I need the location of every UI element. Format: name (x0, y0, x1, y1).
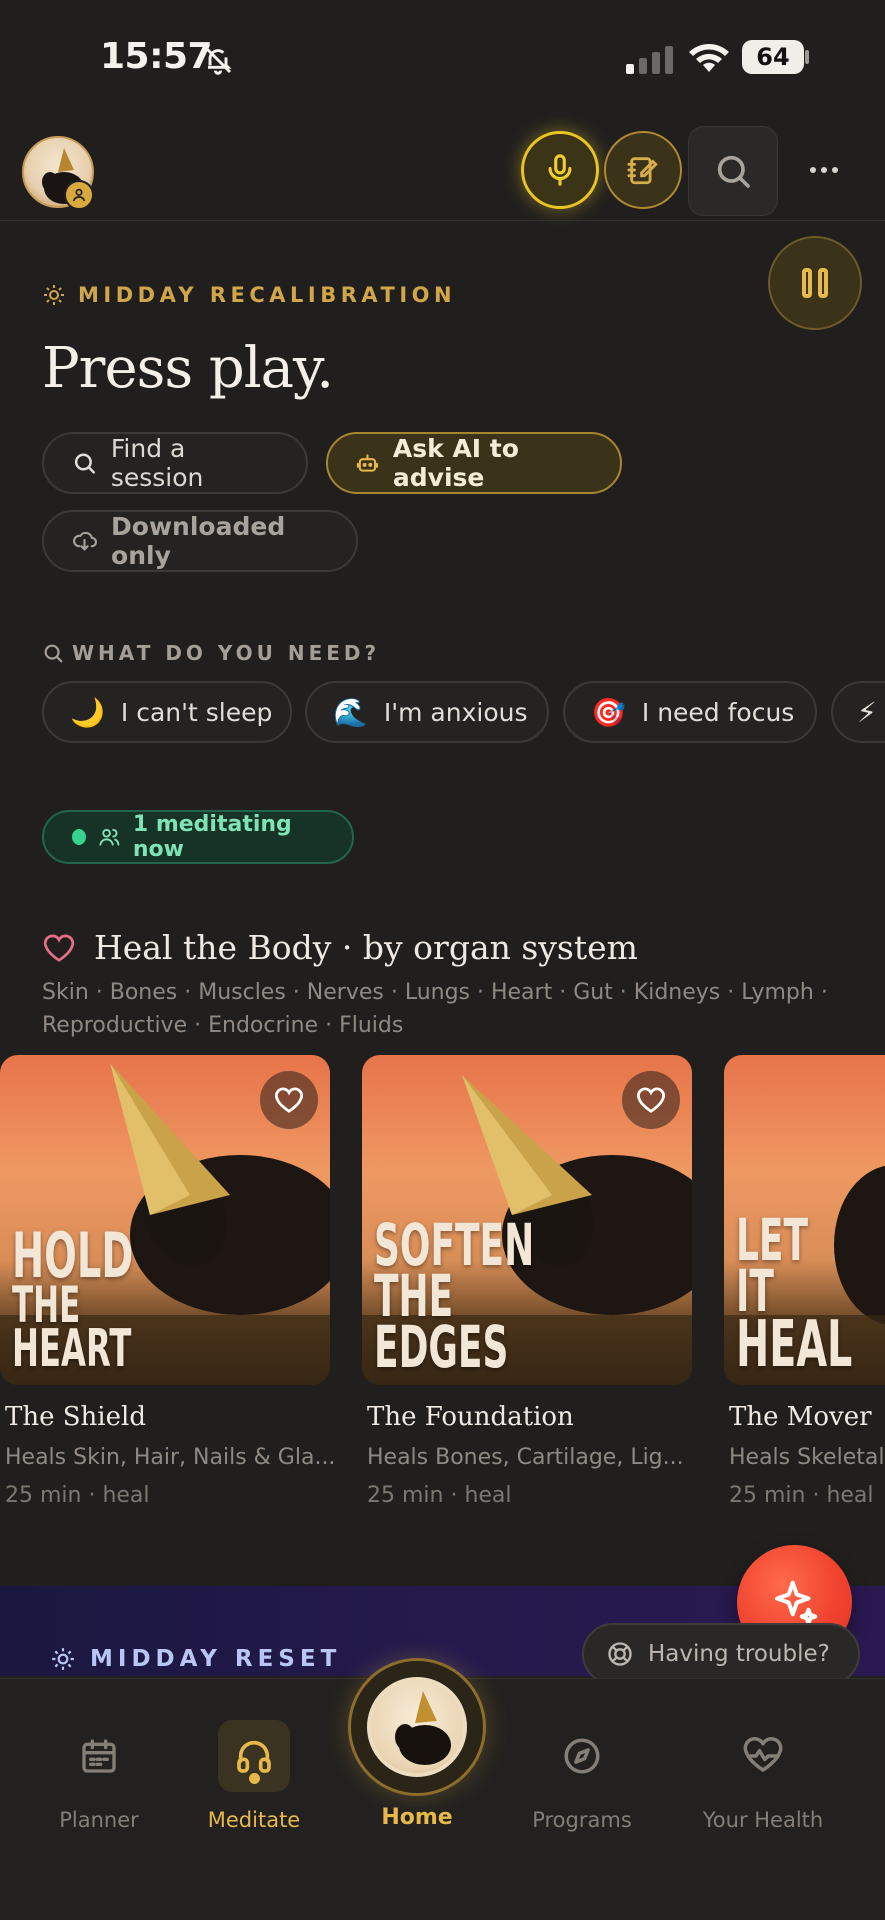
nav-programs[interactable]: Programs (507, 1720, 657, 1832)
needs-heading-text: WHAT DO YOU NEED? (72, 641, 381, 665)
nav-your-health[interactable]: Your Health (688, 1720, 838, 1832)
status-time: 15:57 (100, 36, 213, 77)
card-title: The Mover (729, 1402, 872, 1432)
need-chip-label: I need focus (641, 697, 795, 727)
profile-badge-icon (64, 180, 94, 210)
meditating-now-label: 1 meditating now (132, 812, 292, 862)
ask-ai-label: Ask AI to advise (392, 434, 519, 492)
downloaded-only-label: Downloaded only (111, 512, 286, 570)
card-meta: 25 min · heal (5, 1483, 150, 1508)
heal-section-subtitle: Skin · Bones · Muscles · Nerves · Lungs … (42, 980, 828, 1038)
nav-home-label: Home (381, 1805, 453, 1830)
search-icon (74, 453, 95, 474)
needs-heading: WHAT DO YOU NEED? (42, 641, 380, 665)
card-art-text: SOFTEN THE EDGES (374, 1210, 535, 1381)
heal-title-text: Heal the Body · by organ system (94, 928, 638, 967)
nav-health-label: Your Health (702, 1808, 824, 1832)
journal-button[interactable] (604, 131, 682, 209)
people-icon (99, 828, 120, 846)
card-art-text: HOLD THE HEART (12, 1218, 134, 1380)
favorite-heart-button[interactable] (260, 1071, 318, 1129)
active-indicator-dot (249, 1773, 260, 1784)
battery-cap (805, 50, 809, 64)
session-kicker: MIDDAY RECALIBRATION (42, 283, 456, 307)
need-chip-energy[interactable]: ⚡ (831, 681, 885, 743)
pause-icon (802, 268, 828, 298)
card-meta: 25 min · heal (729, 1483, 874, 1508)
heart-pulse-icon (743, 1736, 783, 1772)
meditating-now-badge: 1 meditating now (42, 810, 354, 864)
search-button[interactable] (688, 126, 778, 216)
microphone-icon (548, 154, 572, 186)
header-divider (0, 220, 885, 221)
nav-home[interactable] (348, 1658, 486, 1796)
card-title: The Foundation (367, 1402, 574, 1432)
home-sheep-logo (367, 1677, 467, 1777)
card-title: The Shield (5, 1402, 146, 1432)
calendar-icon (82, 1739, 116, 1773)
pause-button[interactable] (768, 236, 862, 330)
silent-bell-icon (202, 44, 234, 76)
session-card-mover[interactable]: LET IT HEAL (724, 1055, 885, 1385)
favorite-heart-button[interactable] (622, 1071, 680, 1129)
sun-icon (52, 1648, 74, 1670)
heal-section-title: Heal the Body · by organ system (42, 928, 638, 967)
nav-meditate-label: Meditate (207, 1808, 301, 1832)
more-options-button[interactable] (800, 150, 848, 190)
robot-icon (356, 454, 379, 472)
midday-reset-text: MIDDAY RESET (90, 1646, 342, 1672)
card-meta: 25 min · heal (367, 1483, 512, 1508)
card-description: Heals Skin, Hair, Nails & Gla... (5, 1445, 336, 1470)
cellular-signal-icon (626, 46, 674, 74)
notebook-edit-icon (627, 157, 658, 185)
lightning-icon: ⚡ (857, 695, 877, 729)
live-dot (72, 829, 87, 845)
downloaded-only-toggle[interactable]: Downloaded only (42, 510, 358, 572)
lifebuoy-icon (608, 1642, 632, 1666)
nav-planner-label: Planner (59, 1808, 139, 1832)
battery-indicator: 64 (742, 40, 804, 74)
heart-icon (637, 1087, 665, 1113)
find-session-button[interactable]: Find a session (42, 432, 308, 494)
cloud-download-icon (73, 531, 98, 551)
nav-planner[interactable]: Planner (24, 1720, 174, 1832)
need-chip-label: I can't sleep (120, 697, 273, 727)
wifi-icon (688, 42, 730, 74)
sun-icon (44, 285, 64, 305)
moon-icon: 🌙 (70, 695, 105, 729)
card-art-text: LET IT HEAL (736, 1205, 853, 1382)
need-chip-label: I'm anxious (383, 697, 528, 727)
having-trouble-label: Having trouble? (648, 1641, 830, 1667)
ask-ai-button[interactable]: Ask AI to advise (326, 432, 622, 494)
kicker-text: MIDDAY RECALIBRATION (78, 283, 457, 307)
session-card-foundation[interactable]: SOFTEN THE EDGES (362, 1055, 692, 1385)
page-title: Press play. (42, 336, 334, 401)
wave-icon: 🌊 (333, 695, 368, 729)
sparkle-icon (774, 1580, 817, 1625)
headphones-icon (237, 1740, 271, 1773)
card-description: Heals Bones, Cartilage, Lig... (367, 1445, 684, 1470)
target-icon: 🎯 (591, 695, 626, 729)
nav-programs-label: Programs (532, 1808, 632, 1832)
need-chip-anxious[interactable]: 🌊 I'm anxious (305, 681, 549, 743)
need-chip-focus[interactable]: 🎯 I need focus (563, 681, 817, 743)
heart-icon (275, 1087, 303, 1113)
session-card-shield[interactable]: HOLD THE HEART (0, 1055, 330, 1385)
need-chip-sleep[interactable]: 🌙 I can't sleep (42, 681, 292, 743)
heart-icon (43, 934, 75, 962)
find-session-label: Find a session (110, 434, 204, 492)
search-icon (717, 155, 750, 188)
midday-reset-label: MIDDAY RESET (50, 1646, 341, 1672)
card-description: Heals Skeletal (729, 1445, 885, 1470)
having-trouble-button[interactable]: Having trouble? (582, 1623, 860, 1685)
voice-mic-button[interactable] (521, 131, 599, 209)
compass-icon (564, 1738, 600, 1774)
search-icon (44, 644, 63, 663)
